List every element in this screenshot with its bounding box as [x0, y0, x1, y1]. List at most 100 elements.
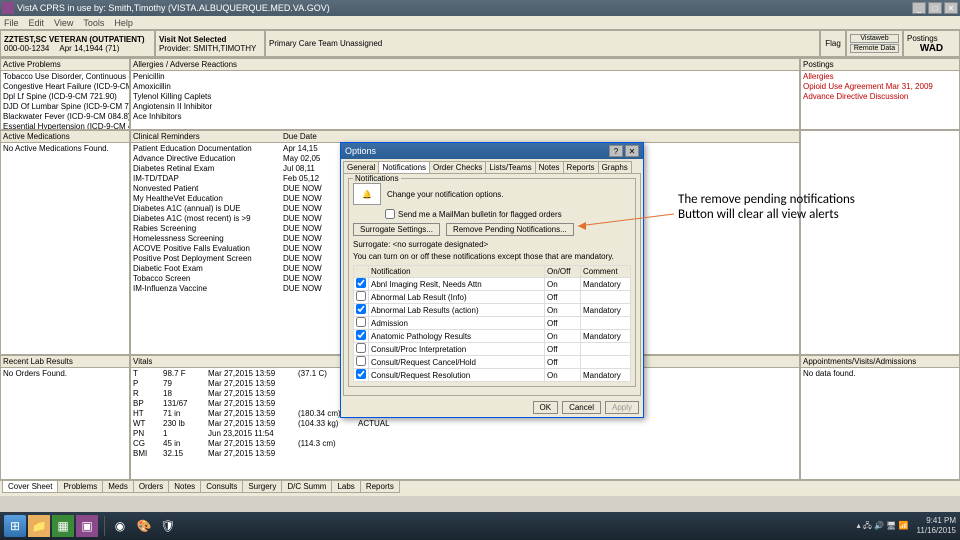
row-checkbox[interactable] — [356, 278, 366, 288]
dialog-tab-notes[interactable]: Notes — [535, 161, 564, 173]
table-row[interactable]: Abnl Imaging Reslt, Needs AttnOnMandator… — [354, 278, 631, 291]
row-checkbox[interactable] — [356, 304, 366, 314]
list-item[interactable]: Amoxicillin — [133, 82, 797, 92]
row-checkbox[interactable] — [356, 356, 366, 366]
dialog-help-button[interactable]: ? — [609, 145, 623, 157]
list-item[interactable]: Ace Inhibitors — [133, 112, 797, 122]
row-checkbox[interactable] — [356, 317, 366, 327]
tab-reports[interactable]: Reports — [360, 481, 400, 493]
dialog-tab-notifications[interactable]: Notifications — [378, 161, 430, 173]
bottom-tab-bar: Cover SheetProblemsMedsOrdersNotesConsul… — [0, 480, 960, 496]
active-medications-body[interactable]: No Active Medications Found. — [1, 143, 129, 354]
dialog-tab-reports[interactable]: Reports — [563, 161, 599, 173]
appointments-header: Appointments/Visits/Admissions — [801, 356, 959, 368]
apply-button[interactable]: Apply — [605, 401, 639, 414]
vistaweb-button[interactable]: Vistaweb — [850, 34, 899, 43]
notifications-group: Notifications 🔔 Change your notification… — [348, 178, 636, 387]
notifications-table[interactable]: Notification On/Off Comment Abnl Imaging… — [353, 265, 631, 382]
row-checkbox[interactable] — [356, 369, 366, 379]
flag-box[interactable]: Flag — [820, 30, 846, 57]
recent-lab-results-body[interactable]: No Orders Found. — [1, 368, 129, 479]
tab-orders[interactable]: Orders — [133, 481, 169, 493]
visit-box[interactable]: Visit Not Selected Provider: SMITH,TIMOT… — [155, 30, 265, 57]
menu-bar: File Edit View Tools Help — [0, 16, 960, 30]
patient-info-box[interactable]: ZZTEST,SC VETERAN (OUTPATIENT) 000-00-12… — [0, 30, 155, 57]
close-button[interactable]: ✕ — [944, 2, 958, 14]
row-checkbox[interactable] — [356, 343, 366, 353]
postings-label: Postings — [907, 34, 956, 43]
dialog-tab-graphs[interactable]: Graphs — [598, 161, 632, 173]
row-checkbox[interactable] — [356, 291, 366, 301]
explorer-icon[interactable]: 📁 — [28, 515, 50, 537]
system-tray[interactable]: ▴ 🖧 🔊 🖥 📶 9:41 PM 11/16/2015 — [857, 516, 956, 536]
tab-notes[interactable]: Notes — [168, 481, 201, 493]
mailman-checkbox[interactable] — [385, 209, 395, 219]
list-item[interactable]: Dpl Lf Spine (ICD-9-CM 721.90) — [3, 92, 127, 102]
dialog-tab-order-checks[interactable]: Order Checks — [429, 161, 486, 173]
minimize-button[interactable]: _ — [912, 2, 926, 14]
ok-button[interactable]: OK — [533, 401, 559, 414]
tab-consults[interactable]: Consults — [200, 481, 243, 493]
menu-edit[interactable]: Edit — [29, 18, 45, 28]
list-item[interactable]: DJD Of Lumbar Spine (ICD-9-CM 721.3) — [3, 102, 127, 112]
menu-help[interactable]: Help — [114, 18, 133, 28]
cprs-taskbar-icon[interactable]: ▣ — [76, 515, 98, 537]
appointments-body[interactable]: No data found. — [801, 368, 959, 479]
list-item[interactable]: Penicillin — [133, 72, 797, 82]
tab-problems[interactable]: Problems — [57, 481, 103, 493]
dialog-tab-lists-teams[interactable]: Lists/Teams — [485, 161, 535, 173]
postings-box[interactable]: Postings WAD — [903, 30, 960, 57]
list-item[interactable]: Tobacco Use Disorder, Continuous (ICD...… — [3, 72, 127, 82]
dialog-titlebar: Options ? ✕ — [341, 143, 643, 159]
menu-tools[interactable]: Tools — [83, 18, 104, 28]
remote-data-button[interactable]: Remote Data — [850, 44, 899, 53]
tab-cover-sheet[interactable]: Cover Sheet — [2, 481, 58, 493]
cancel-button[interactable]: Cancel — [562, 401, 601, 414]
dialog-close-button[interactable]: ✕ — [625, 145, 639, 157]
table-row[interactable]: Consult/Request ResolutionOnMandatory — [354, 369, 631, 382]
chrome-icon[interactable]: ◉ — [109, 515, 131, 537]
list-item[interactable]: Congestive Heart Failure (ICD-9-CM 428 — [3, 82, 127, 92]
tab-surgery[interactable]: Surgery — [242, 481, 282, 493]
table-row[interactable]: Anatomic Pathology ResultsOnMandatory — [354, 330, 631, 343]
list-item[interactable]: Essential Hypertension (ICD-9-CM 401.9 — [3, 122, 127, 129]
row-checkbox[interactable] — [356, 330, 366, 340]
postings-panel: Postings AllergiesOpioid Use Agreement M… — [800, 58, 960, 130]
list-item[interactable]: Blackwater Fever (ICD-9-CM 084.8) — [3, 112, 127, 122]
tab-d-c-summ[interactable]: D/C Summ — [281, 481, 332, 493]
table-row[interactable]: Abnormal Lab Result (Info)Off — [354, 291, 631, 304]
list-item[interactable]: Opioid Use Agreement Mar 31, 2009 — [803, 82, 957, 92]
postings-list[interactable]: AllergiesOpioid Use Agreement Mar 31, 20… — [801, 71, 959, 129]
list-item[interactable]: Advance Directive Discussion — [803, 92, 957, 102]
taskbar-date: 11/16/2015 — [917, 526, 956, 536]
allergies-list[interactable]: PenicillinAmoxicillinTylenol Killing Cap… — [131, 71, 799, 129]
tray-icons[interactable]: ▴ 🖧 🔊 🖥 📶 — [857, 521, 909, 531]
maximize-button[interactable]: □ — [928, 2, 942, 14]
table-row[interactable]: Consult/Request Cancel/HoldOff — [354, 356, 631, 369]
tab-labs[interactable]: Labs — [331, 481, 360, 493]
av-icon[interactable]: 🛡 — [157, 515, 179, 537]
paint-icon[interactable]: 🎨 — [133, 515, 155, 537]
list-item[interactable]: Angiotensin II Inhibitor — [133, 102, 797, 112]
menu-file[interactable]: File — [4, 18, 19, 28]
dialog-tab-general[interactable]: General — [343, 161, 379, 173]
list-item[interactable]: Allergies — [803, 72, 957, 82]
tab-meds[interactable]: Meds — [102, 481, 134, 493]
dialog-body: Notifications 🔔 Change your notification… — [343, 173, 641, 396]
primary-care-team[interactable]: Primary Care Team Unassigned — [265, 30, 820, 57]
app-icon-2[interactable]: ▦ — [52, 515, 74, 537]
remove-pending-notifications-button[interactable]: Remove Pending Notifications... — [446, 223, 574, 236]
window-title: VistA CPRS in use by: Smith,Timothy (VIS… — [17, 3, 912, 13]
dialog-note: You can turn on or off these notificatio… — [353, 252, 631, 261]
start-button[interactable]: ⊞ — [4, 515, 26, 537]
table-row[interactable]: Abnormal Lab Results (action)OnMandatory — [354, 304, 631, 317]
active-medications-header: Active Medications — [1, 131, 129, 143]
active-problems-list[interactable]: Tobacco Use Disorder, Continuous (ICD...… — [1, 71, 129, 129]
allergies-header: Allergies / Adverse Reactions — [131, 59, 799, 71]
list-item[interactable]: Tylenol Killing Caplets — [133, 92, 797, 102]
surrogate-settings-button[interactable]: Surrogate Settings... — [353, 223, 440, 236]
table-row[interactable]: Consult/Proc InterpretationOff — [354, 343, 631, 356]
menu-view[interactable]: View — [54, 18, 73, 28]
dialog-title: Options — [345, 146, 607, 156]
table-row[interactable]: AdmissionOff — [354, 317, 631, 330]
